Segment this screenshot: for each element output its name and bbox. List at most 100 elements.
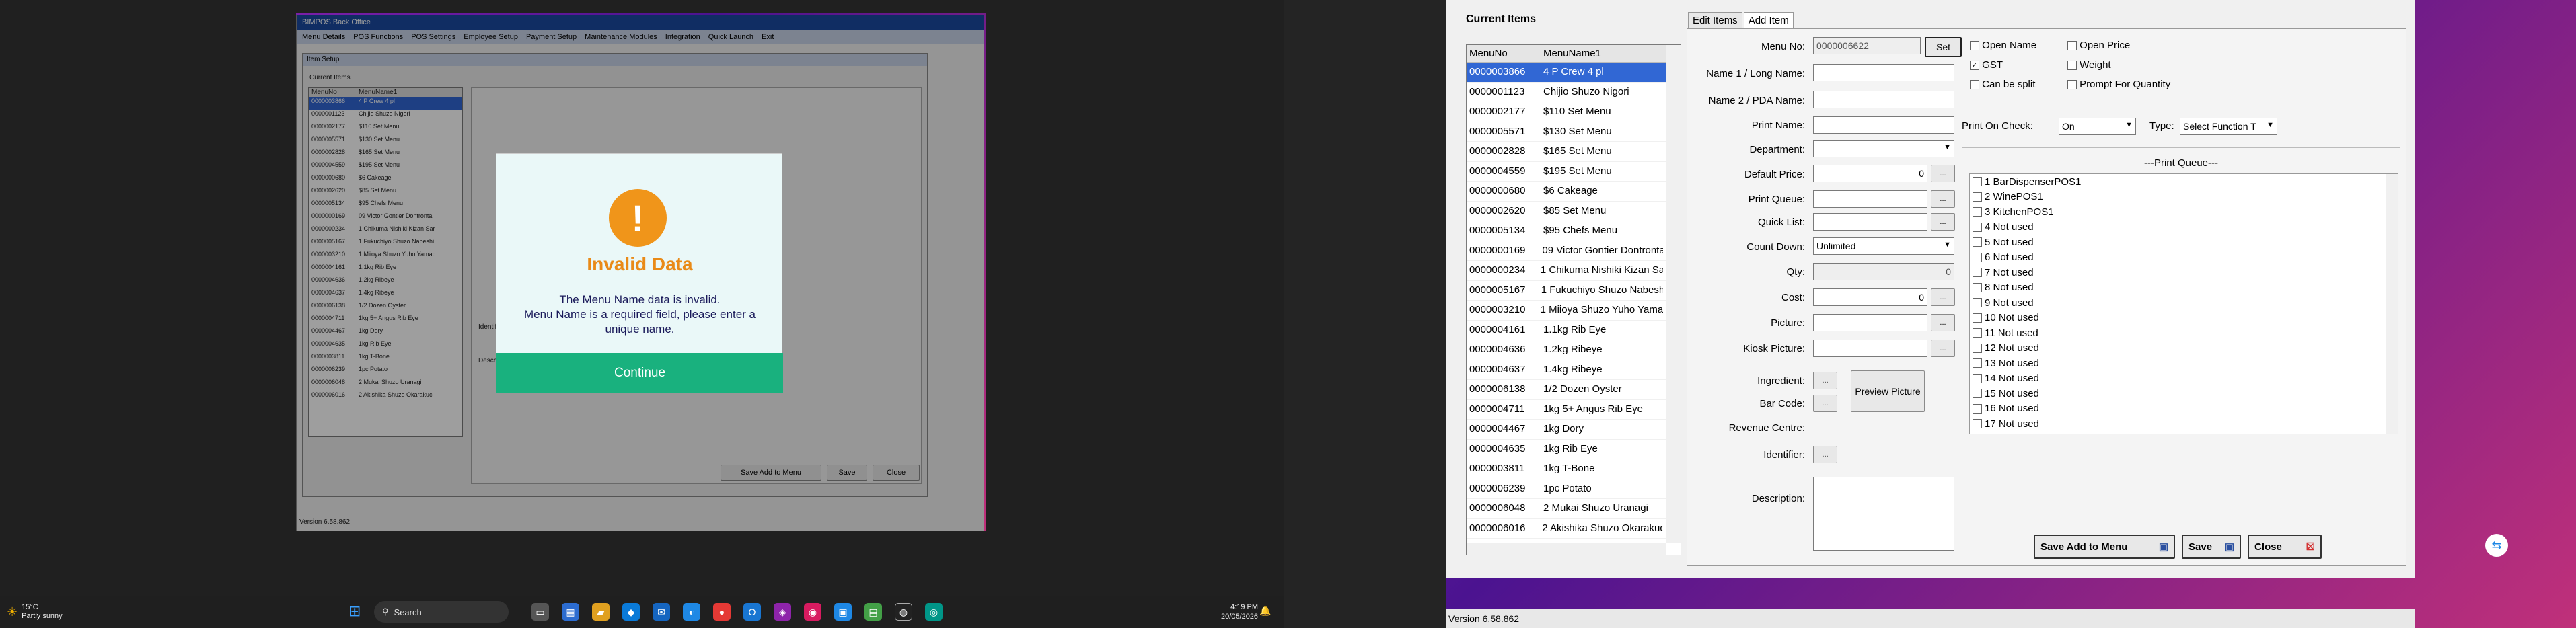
checkbox-box[interactable]: [1973, 207, 1982, 217]
close-button[interactable]: Close ☒: [2248, 535, 2322, 559]
checkbox-box[interactable]: [1973, 298, 1982, 308]
print-queue-field[interactable]: [1813, 190, 1927, 208]
qty-field[interactable]: 0: [1813, 263, 1954, 280]
table-row[interactable]: 0000006016 2 Akishika Shuzo Okarakuc: [1467, 519, 1666, 539]
checkbox-box[interactable]: [1973, 403, 1982, 414]
app-icon[interactable]: ◎: [925, 603, 943, 621]
table-row[interactable]: 0000000680 $6 Cakeage: [1467, 182, 1666, 202]
widgets-icon[interactable]: ▦: [562, 603, 579, 621]
save-add-to-menu-button[interactable]: Save Add to Menu ▣: [2034, 535, 2175, 559]
list-hscrollbar[interactable]: [1467, 543, 1666, 555]
print-queue-item[interactable]: 2 WinePOS1: [1973, 190, 2398, 205]
print-queue-item[interactable]: 17 Not used: [1973, 416, 2398, 432]
open-name-checkbox[interactable]: Open Name: [1970, 40, 2067, 51]
checkbox-box[interactable]: [1970, 41, 1979, 51]
checkbox-box[interactable]: [1973, 328, 1982, 338]
edge-icon[interactable]: ◐: [683, 603, 700, 621]
table-row[interactable]: 0000006138 1/2 Dozen Oyster: [1467, 380, 1666, 400]
checkbox-box[interactable]: [2067, 41, 2077, 51]
checkbox-box[interactable]: [1973, 373, 1982, 383]
print-queue-item[interactable]: 11 Not used: [1973, 325, 2398, 341]
app-icon[interactable]: ▣: [834, 603, 852, 621]
preview-picture-button[interactable]: Preview Picture: [1851, 370, 1925, 412]
kiosk-picture-ellipsis-button[interactable]: ...: [1931, 340, 1955, 357]
ingredient-button[interactable]: ...: [1813, 372, 1837, 389]
checkbox-box[interactable]: [1973, 419, 1982, 429]
name2-field[interactable]: [1813, 91, 1954, 108]
print-queue-item[interactable]: 10 Not used: [1973, 311, 2398, 326]
print-queue-item[interactable]: 3 KitchenPOS1: [1973, 204, 2398, 220]
print-queue-list[interactable]: 1 BarDispenserPOS1 2 WinePOS1 3 KitchenPOS…: [1969, 173, 2398, 434]
print-queue-item[interactable]: 1 BarDispenserPOS1: [1973, 174, 2398, 190]
checkbox-box[interactable]: [1973, 192, 1982, 202]
menu-no-field[interactable]: 0000006622: [1813, 37, 1921, 54]
print-queue-item[interactable]: 16 Not used: [1973, 401, 2398, 417]
quick-list-ellipsis-button[interactable]: ...: [1931, 213, 1955, 231]
type-select[interactable]: Select Function T ▼: [2180, 118, 2277, 135]
can-be-split-checkbox[interactable]: Can be split: [1970, 79, 2067, 90]
table-row[interactable]: 0000004636 1.2kg Ribeye: [1467, 340, 1666, 360]
table-row[interactable]: 0000002620 $85 Set Menu: [1467, 202, 1666, 221]
checkbox-box[interactable]: [1973, 252, 1982, 262]
pos-app-icon[interactable]: ◉: [804, 603, 821, 621]
app-icon[interactable]: ◈: [774, 603, 791, 621]
table-row[interactable]: 0000005167 1 Fukuchiyo Shuzo Nabeshi: [1467, 281, 1666, 301]
continue-button[interactable]: Continue: [496, 353, 783, 393]
tab-add-item[interactable]: Add Item: [1743, 12, 1794, 28]
department-select[interactable]: ▼: [1813, 140, 1954, 157]
checkbox-box[interactable]: [1970, 80, 1979, 90]
current-items-list[interactable]: MenuNo MenuName1 0000003866 4 P Crew 4 pl…: [1466, 44, 1681, 555]
checkbox-box[interactable]: [1973, 177, 1982, 187]
count-down-select[interactable]: Unlimited ▼: [1813, 237, 1954, 255]
save-button[interactable]: Save ▣: [2182, 535, 2241, 559]
check-mark-icon[interactable]: ✓: [1970, 61, 1979, 71]
kiosk-picture-field[interactable]: [1813, 340, 1927, 357]
prompt-quantity-checkbox[interactable]: Prompt For Quantity: [2067, 79, 2215, 90]
cost-ellipsis-button[interactable]: ...: [1931, 288, 1955, 306]
notification-icon[interactable]: 🔔: [1259, 605, 1271, 617]
print-queue-item[interactable]: 4 Not used: [1973, 220, 2398, 235]
weight-checkbox[interactable]: Weight: [2067, 59, 2215, 71]
quick-list-field[interactable]: [1813, 213, 1927, 231]
checkbox-box[interactable]: [1973, 313, 1982, 323]
open-price-checkbox[interactable]: Open Price: [2067, 40, 2215, 51]
name1-field[interactable]: [1813, 64, 1954, 81]
print-name-field[interactable]: [1813, 116, 1954, 134]
checkbox-box[interactable]: [1973, 222, 1982, 232]
tab-edit-items[interactable]: Edit Items: [1688, 12, 1742, 28]
list-scrollbar[interactable]: [1666, 45, 1681, 543]
checkbox-box[interactable]: [2067, 61, 2077, 71]
table-row[interactable]: 0000006048 2 Mukai Shuzo Uranagi: [1467, 499, 1666, 519]
print-queue-item[interactable]: 5 Not used: [1973, 235, 2398, 250]
table-row[interactable]: 0000001123 Chijio Shuzo Nigori: [1467, 83, 1666, 102]
checkbox-box[interactable]: [1973, 343, 1982, 353]
table-row[interactable]: 0000004559 $195 Set Menu: [1467, 162, 1666, 182]
print-queue-item[interactable]: 13 Not used: [1973, 356, 2398, 371]
windows-start-icon[interactable]: ⊞: [348, 602, 366, 620]
identifier-button[interactable]: ...: [1813, 446, 1837, 463]
weather-widget[interactable]: ☀ 15°C Partly sunny: [7, 603, 63, 621]
table-row[interactable]: 0000004711 1kg 5+ Angus Rib Eye: [1467, 400, 1666, 420]
table-row[interactable]: 0000002828 $165 Set Menu: [1467, 142, 1666, 162]
bar-code-button[interactable]: ...: [1813, 395, 1837, 412]
table-row[interactable]: 0000005134 $95 Chefs Menu: [1467, 221, 1666, 241]
print-queue-item[interactable]: 12 Not used: [1973, 341, 2398, 356]
table-row[interactable]: 0000003811 1kg T-Bone: [1467, 459, 1666, 479]
mail-icon[interactable]: ✉: [653, 603, 670, 621]
table-row[interactable]: 0000002177 $110 Set Menu: [1467, 102, 1666, 122]
checkbox-box[interactable]: [1973, 389, 1982, 399]
table-row[interactable]: 0000004637 1.4kg Ribeye: [1467, 360, 1666, 380]
print-on-check-select[interactable]: On ▼: [2059, 118, 2136, 135]
checkbox-box[interactable]: [2067, 80, 2077, 90]
file-explorer-icon[interactable]: ▰: [592, 603, 610, 621]
table-row[interactable]: 0000000169 09 Victor Gontier Dontronta: [1467, 241, 1666, 261]
teamviewer-icon[interactable]: ⇆: [2485, 534, 2508, 557]
table-row[interactable]: 0000006239 1pc Potato: [1467, 479, 1666, 499]
table-row[interactable]: 0000004467 1kg Dory: [1467, 420, 1666, 440]
table-row[interactable]: 0000004635 1kg Rib Eye: [1467, 440, 1666, 459]
checkbox-box[interactable]: [1973, 358, 1982, 368]
print-queue-item[interactable]: 7 Not used: [1973, 265, 2398, 280]
chrome-icon[interactable]: ●: [713, 603, 731, 621]
remote-icon[interactable]: ◍: [895, 603, 912, 621]
print-queue-scrollbar[interactable]: [2386, 174, 2398, 434]
